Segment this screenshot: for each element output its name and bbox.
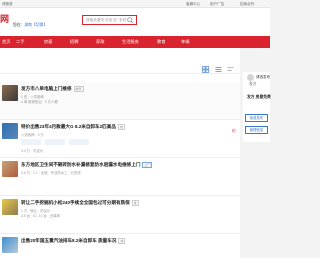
listing-meta: 3.5 台 · 5.1 10 台 · 无事故 · — [21, 214, 63, 218]
listing-title[interactable]: 特价出售23年4月款最大G 8.2米自卸车2匹高品推 — [21, 124, 125, 130]
city-switch-link[interactable]: 【切换】 — [32, 23, 47, 27]
nav-item-home[interactable]: 首页 — [2, 36, 10, 48]
publish-card: 请选发布 发方 发方 房屋免费 免费发布 管理信息 — [243, 72, 271, 142]
city-selector[interactable]: 您在：湖南【切换】 — [13, 23, 47, 28]
avatar — [247, 74, 254, 81]
listing-title[interactable]: 发方市八单电脑上门维修 推荐 — [21, 86, 84, 92]
manage-info-button[interactable]: 管理信息 — [245, 126, 268, 134]
nav-item-education[interactable]: 教育 — [157, 36, 165, 48]
listing-title[interactable]: 东方地区卫生间不砸砖防水补漏修复防水层漏水电维修上门 上门 — [21, 162, 153, 168]
listing-title[interactable]: 转让二手挖掘机小松240手续全全国包过可分期有质保推 — [21, 200, 139, 206]
list-item[interactable]: 转让二手挖掘机小松240手续全全国包过可分期有质保推 1 方 · 转让 · 可议… — [0, 196, 240, 234]
nav-item-jobs[interactable]: 招聘 — [70, 36, 78, 48]
sidebar: 请选发布 发方 发方 房屋免费 免费发布 管理信息 — [243, 48, 271, 258]
listing-tag: 推 — [131, 200, 139, 206]
listing-title-text[interactable]: 转让二手挖掘机小松240手续全全国包过可分期有质保 — [21, 200, 130, 205]
city-name: 湖南 — [24, 23, 32, 27]
listing-price-label: 价 — [232, 128, 236, 133]
nav-item-housing[interactable]: 房屋 — [44, 36, 52, 48]
listing-title-text[interactable]: 特价出售23年4月款最大G 8.2米自卸车2匹高品 — [21, 124, 116, 129]
listing-tag: 推 — [117, 124, 125, 130]
listing-thumbnail[interactable] — [2, 199, 18, 215]
nav-item-secondhand[interactable]: 二手 — [16, 36, 24, 48]
city-prefix: 您在： — [13, 23, 25, 27]
listing-thumbnail[interactable] — [2, 85, 18, 101]
feature-chip — [21, 139, 41, 145]
list-item[interactable]: 东方地区卫生间不砸砖防水补漏修复防水层漏水电维修上门 上门 3.6 万 · 2 1… — [0, 158, 240, 196]
listing-title[interactable]: 出售20年国五重汽油排车8.2米自卸车 质量车况推 — [21, 238, 126, 244]
site-logo[interactable]: 网 — [0, 13, 12, 25]
listing-panel: 发方市八单电脑上门维修 推荐 1 田 · 八供各种 4 单 维修售后 · 2 万人… — [0, 48, 240, 258]
list-view-icon[interactable] — [215, 66, 222, 73]
sidebar-label: 请选发布 — [256, 75, 271, 79]
listing-meta: 八供各种 · 3 方 — [21, 133, 44, 137]
list-item[interactable]: 出售20年国五重汽油排车8.2米自卸车 质量车况推 — [0, 234, 240, 258]
feature-chip — [69, 139, 89, 145]
nav-item-housekeeping[interactable]: 家政 — [96, 36, 104, 48]
header: 网 您在：湖南【切换】 搜索关键词 可找 如 "手机" — [0, 8, 270, 36]
list-item[interactable]: 发方市八单电脑上门维修 推荐 1 田 · 八供各种 4 单 维修售后 · 2 万人… — [0, 82, 240, 120]
listing-tag: 上门 — [142, 162, 153, 168]
listing-title-text[interactable]: 出售20年国五重汽油排车8.2米自卸车 质量车况 — [21, 238, 116, 243]
listing-meta: 3.6 万 · 2 1 · 全城 · 专业防水工 · 已完成 — [21, 171, 81, 175]
listing-tag: 推荐 — [73, 86, 84, 92]
listing-thumbnail[interactable] — [2, 161, 18, 177]
merchant-link[interactable]: 招商合作 — [240, 1, 254, 7]
listing-meta: 3.3 万 · 可议价 — [21, 149, 44, 153]
feature-chip — [45, 139, 65, 145]
grid-view-icon[interactable] — [202, 66, 209, 73]
listing-thumbnail[interactable] — [2, 123, 18, 139]
listing-thumbnail[interactable] — [2, 237, 18, 253]
user-ads-link[interactable]: 用户广告 — [210, 1, 224, 7]
view-toggle — [202, 66, 236, 74]
listing-meta: 4 单 维修售后 · 2 万人看 — [21, 100, 58, 104]
login-link[interactable]: 请登录 — [2, 1, 13, 7]
list-item[interactable]: 特价出售23年4月款最大G 8.2米自卸车2匹高品推 八供各种 · 3 方 3.… — [0, 120, 240, 158]
top-bar: 请登录 客服中心 用户广告 招商合作 — [0, 0, 270, 8]
free-publish-button[interactable]: 免费发布 — [245, 114, 268, 122]
search-input[interactable]: 搜索关键词 可找 如 "手机" — [86, 17, 127, 24]
listing-tag: 推 — [118, 238, 126, 244]
search-icon[interactable] — [127, 17, 134, 24]
nav-item-services[interactable]: 生活服务 — [122, 36, 139, 48]
nav-item-vehicles[interactable]: 车辆 — [181, 36, 189, 48]
search-box[interactable]: 搜索关键词 可找 如 "手机" — [82, 15, 137, 25]
text-view-icon[interactable] — [227, 66, 234, 73]
listing-title-text[interactable]: 发方市八单电脑上门维修 — [21, 86, 72, 91]
sidebar-heading: 发方 房屋免费 — [247, 95, 271, 99]
service-center-link[interactable]: 客服中心 — [186, 1, 200, 7]
sidebar-label: 发方 — [249, 82, 257, 86]
main-nav: 首页 二手 房屋 招聘 家政 生活服务 教育 车辆 — [0, 36, 270, 48]
listing-title-text[interactable]: 东方地区卫生间不砸砖防水补漏修复防水层漏水电维修上门 — [21, 162, 140, 167]
